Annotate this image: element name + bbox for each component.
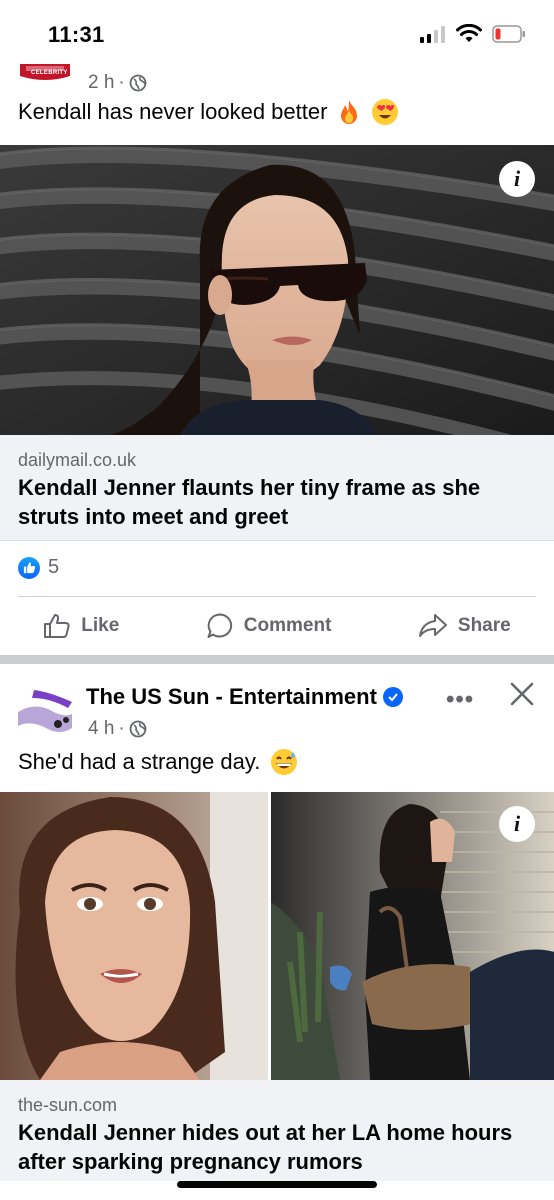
page-avatar[interactable]	[16, 688, 74, 736]
close-icon[interactable]	[508, 680, 536, 708]
post-actions: Like Comment Share	[0, 606, 554, 646]
status-icons	[420, 24, 526, 44]
grinning-sweat-emoji-icon	[271, 749, 298, 775]
page-name[interactable]: The US Sun - Entertainment	[86, 684, 403, 710]
cellular-signal-icon	[420, 26, 445, 43]
thumbs-up-icon	[44, 614, 70, 638]
post-caption: She'd had a strange day.	[18, 748, 298, 776]
photo-woman-sunglasses	[0, 145, 554, 435]
status-time: 11:31	[48, 22, 105, 47]
verified-badge-icon	[382, 687, 403, 707]
link-title: Kendall Jenner hides out at her LA home …	[18, 1120, 513, 1174]
fire-emoji-icon	[341, 100, 358, 124]
page-name-text: The US Sun - Entertainment	[86, 684, 377, 709]
link-title: Kendall Jenner flaunts her tiny frame as…	[18, 475, 481, 529]
reaction-count: 5	[48, 556, 60, 578]
heart-eyes-emoji-icon	[372, 99, 399, 125]
globe-icon	[129, 720, 147, 738]
wifi-icon	[456, 24, 482, 42]
post-time[interactable]: 2 h	[88, 72, 114, 94]
post-image-2[interactable]: i	[0, 792, 554, 1080]
like-button[interactable]: Like	[43, 613, 119, 639]
share-label: Share	[457, 615, 511, 636]
caption-text: She'd had a strange day.	[18, 749, 261, 774]
post-meta: 2 h ·	[88, 72, 147, 94]
like-label: Like	[81, 615, 120, 636]
globe-icon	[129, 74, 147, 92]
link-domain: the-sun.com	[18, 1095, 118, 1115]
post-header: CELEBRITY 2 h ·	[0, 60, 554, 100]
link-domain: dailymail.co.uk	[18, 450, 137, 470]
reaction-summary[interactable]: 5	[18, 556, 59, 579]
info-button[interactable]: i	[499, 161, 535, 197]
comment-label: Comment	[243, 615, 332, 636]
divider	[18, 596, 536, 597]
photo-collage	[0, 792, 554, 1080]
post-caption: Kendall has never looked better	[18, 98, 399, 126]
page-logo-text: CELEBRITY	[31, 70, 68, 76]
comment-bubble-icon	[207, 613, 232, 638]
link-preview-1[interactable]: dailymail.co.uk Kendall Jenner flaunts h…	[0, 435, 554, 541]
post-meta: 4 h ·	[88, 718, 147, 740]
feed-post-1: CELEBRITY 2 h · Kendall has never looked…	[0, 60, 554, 125]
meta-dot: ·	[118, 718, 125, 739]
comment-button[interactable]: Comment	[206, 612, 332, 640]
home-indicator[interactable]	[177, 1181, 377, 1188]
info-button[interactable]: i	[499, 806, 535, 842]
post-image-1[interactable]: i	[0, 145, 554, 435]
caption-text: Kendall has never looked better	[18, 99, 328, 124]
link-preview-2[interactable]: the-sun.com Kendall Jenner hides out at …	[0, 1080, 554, 1181]
more-options-button[interactable]: •••	[446, 686, 474, 714]
status-bar: 11:31	[0, 0, 554, 64]
battery-icon	[492, 25, 525, 43]
like-reaction-icon	[18, 556, 40, 579]
post-separator	[0, 655, 554, 664]
page-logo[interactable]: CELEBRITY	[18, 64, 72, 86]
share-arrow-icon	[418, 614, 447, 637]
meta-dot: ·	[118, 72, 125, 93]
post-time[interactable]: 4 h	[88, 718, 114, 740]
share-button[interactable]: Share	[418, 613, 511, 639]
